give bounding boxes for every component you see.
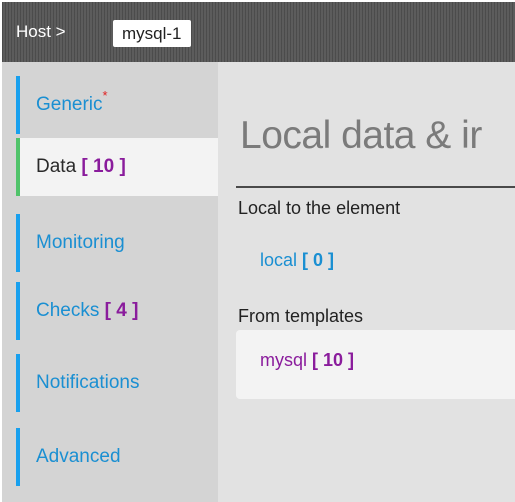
sidebar-item-label: Advanced [36,446,121,467]
template-link-label: mysql [260,350,308,370]
template-list-item: mysql [ 10 ] [236,330,515,399]
sidebar-item-advanced[interactable]: Advanced [2,428,218,486]
templates-section-label: From templates [238,306,364,326]
local-section-label: Local to the element [238,198,401,218]
breadcrumb-label: Host > [16,22,66,41]
sidebar-item-label: Checks [36,300,100,321]
required-indicator: * [102,88,108,103]
template-data-count: [ 10 ] [312,350,355,370]
local-data-link-label: local [260,250,298,270]
main-panel: Local data & ir Local to the element loc… [218,62,515,502]
sidebar-item-count: [ 4 ] [104,300,139,321]
sidebar-item-indicator [16,138,20,196]
sidebar-item-label: Monitoring [36,232,125,253]
host-editor-frame: Host > mysql-1 Generic* Data [ 10 ] Moni… [2,2,515,502]
sidebar-item-label: Generic [36,94,103,115]
local-data-count: [ 0 ] [302,250,335,270]
breadcrumb: Host > mysql-1 [2,2,515,62]
sidebar-item-label: Data [36,156,77,177]
title-divider [236,186,515,188]
sidebar-item-count: [ 10 ] [81,156,126,177]
sidebar-item-indicator [16,282,20,340]
sidebar-item-indicator [16,354,20,412]
host-name-badge: mysql-1 [113,20,191,47]
sidebar-item-notifications[interactable]: Notifications [2,354,218,412]
sidebar-item-indicator [16,428,20,486]
sidebar-item-label: Notifications [36,372,140,393]
page-title: Local data & ir [240,114,482,157]
sidebar: Generic* Data [ 10 ] Monitoring Checks [… [2,62,219,502]
local-data-link[interactable]: local [ 0 ] [260,250,334,271]
sidebar-item-data[interactable]: Data [ 10 ] [16,138,219,196]
sidebar-item-generic[interactable]: Generic* [2,76,218,134]
sidebar-item-indicator [16,214,20,272]
sidebar-item-monitoring[interactable]: Monitoring [2,214,218,272]
sidebar-item-checks[interactable]: Checks [ 4 ] [2,282,218,340]
template-link-mysql[interactable]: mysql [ 10 ] [260,350,354,371]
sidebar-item-indicator [16,76,20,134]
